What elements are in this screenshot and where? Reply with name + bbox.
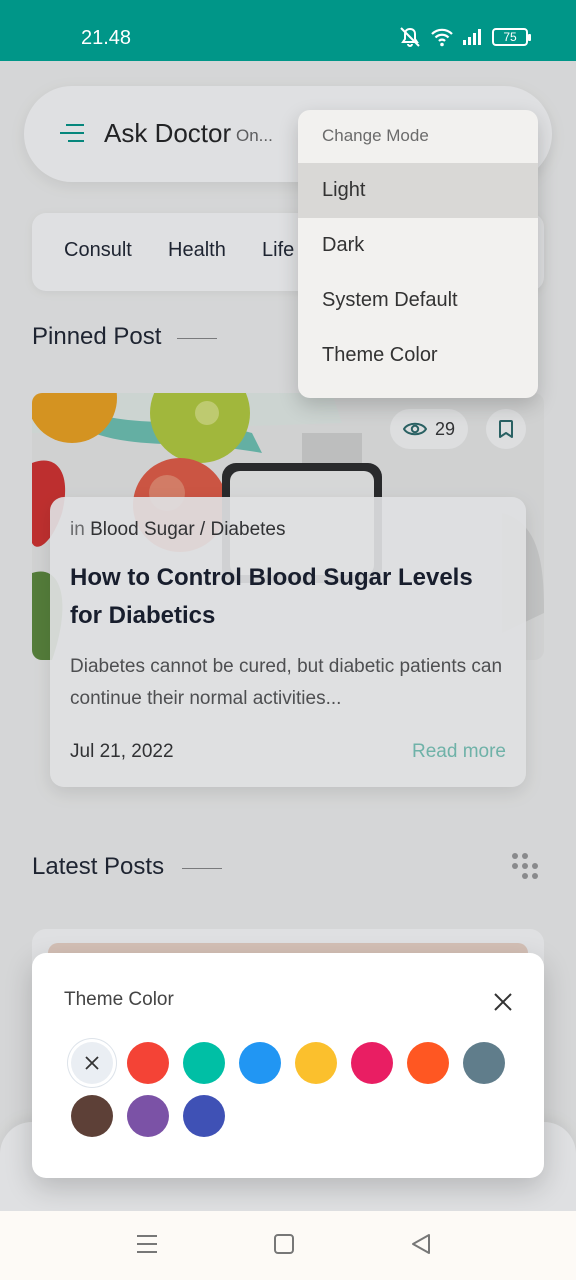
swatch-brown[interactable] xyxy=(71,1095,113,1137)
swatch-indigo[interactable] xyxy=(183,1095,225,1137)
wifi-icon xyxy=(431,28,453,47)
recents-menu-icon[interactable] xyxy=(136,1233,158,1255)
battery-icon: 75 xyxy=(492,28,531,46)
home-square-icon[interactable] xyxy=(273,1233,295,1255)
signal-icon xyxy=(463,29,481,45)
close-icon xyxy=(494,993,512,1011)
system-nav-bar xyxy=(0,1211,576,1280)
theme-color-sheet: Theme Color xyxy=(32,953,544,1178)
sheet-title: Theme Color xyxy=(64,989,174,1010)
status-bar: 21.48 75 xyxy=(0,0,576,61)
swatch-pink[interactable] xyxy=(351,1042,393,1084)
swatch-clear[interactable] xyxy=(71,1042,113,1084)
menu-header: Change Mode xyxy=(322,126,429,145)
status-icons: 75 xyxy=(398,26,531,48)
swatch-purple[interactable] xyxy=(127,1095,169,1137)
mute-icon xyxy=(400,27,420,47)
menu-item-system-default[interactable]: System Default xyxy=(298,273,538,328)
close-button[interactable] xyxy=(488,987,518,1017)
swatch-blue[interactable] xyxy=(239,1042,281,1084)
swatch-red[interactable] xyxy=(127,1042,169,1084)
swatch-yellow[interactable] xyxy=(295,1042,337,1084)
menu-item-light[interactable]: Light xyxy=(298,163,538,218)
menu-item-dark[interactable]: Dark xyxy=(298,218,538,273)
swatch-teal[interactable] xyxy=(183,1042,225,1084)
swatch-orange[interactable] xyxy=(407,1042,449,1084)
close-icon xyxy=(85,1056,99,1070)
back-triangle-icon[interactable] xyxy=(410,1233,432,1255)
change-mode-menu: Change Mode Light Dark System Default Th… xyxy=(298,110,538,398)
status-time: 21.48 xyxy=(81,27,132,49)
menu-item-theme-color[interactable]: Theme Color xyxy=(298,328,538,383)
swatch-blue-grey[interactable] xyxy=(463,1042,505,1084)
battery-level: 75 xyxy=(503,30,517,44)
